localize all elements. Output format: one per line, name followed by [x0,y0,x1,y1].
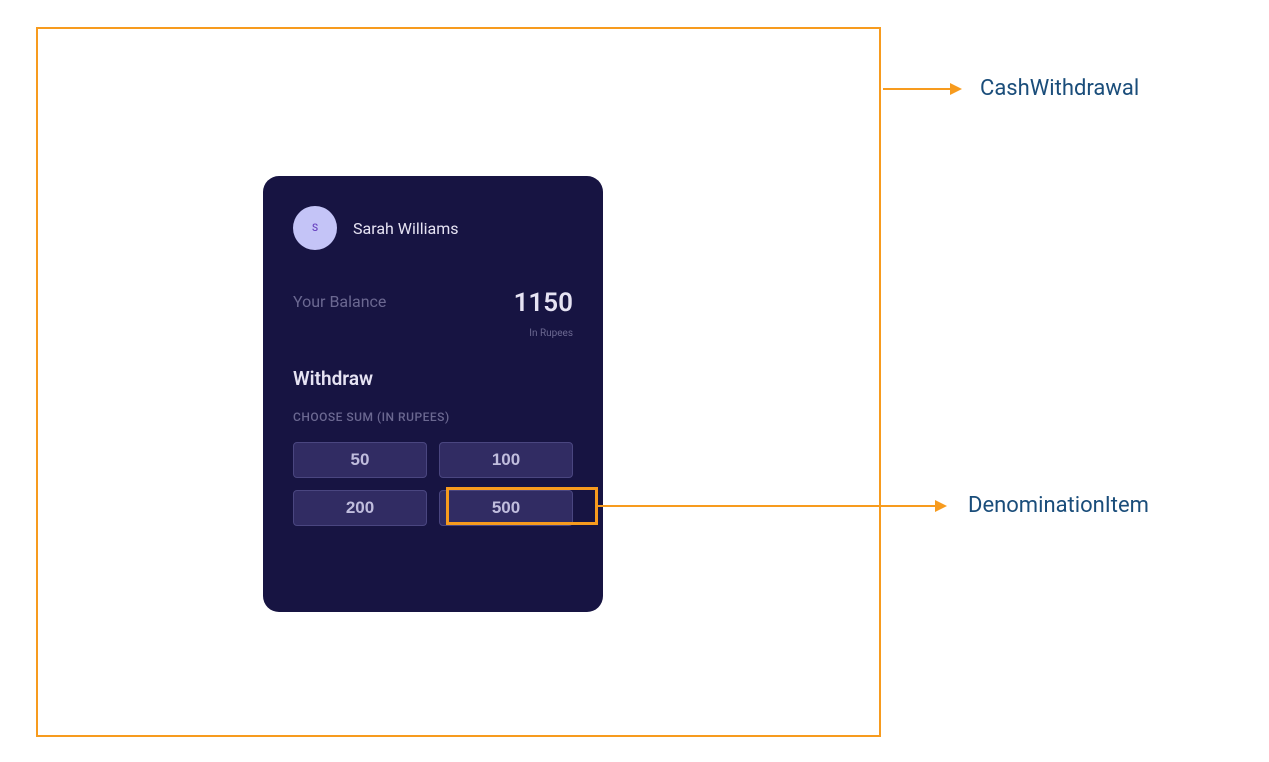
annotation-cash-withdrawal: CashWithdrawal [980,76,1139,101]
choose-sum-label: CHOOSE SUM (IN RUPEES) [293,410,573,424]
balance-unit: In Rupees [514,328,573,339]
cash-withdrawal-card: S Sarah Williams Your Balance 1150 In Ru… [263,176,603,612]
arrow-head-icon [950,83,962,95]
avatar: S [293,206,337,250]
arrow-head-icon [935,500,947,512]
denomination-item-100[interactable]: 100 [439,442,573,478]
user-row: S Sarah Williams [293,206,573,250]
annotation-denomination-item: DenominationItem [968,493,1149,518]
balance-amount: 1150 [514,288,573,318]
arrow-line-cash-withdrawal [883,88,953,90]
balance-row: Your Balance 1150 In Rupees [293,288,573,339]
denomination-item-200[interactable]: 200 [293,490,427,526]
denomination-item-50[interactable]: 50 [293,442,427,478]
arrow-line-denomination [598,505,938,507]
withdraw-title: Withdraw [293,367,573,390]
avatar-initial: S [312,223,318,234]
user-name: Sarah Williams [353,219,459,238]
balance-label: Your Balance [293,288,386,311]
denomination-grid: 50 100 200 500 [293,442,573,526]
denomination-item-500[interactable]: 500 [439,490,573,526]
balance-right: 1150 In Rupees [514,288,573,339]
